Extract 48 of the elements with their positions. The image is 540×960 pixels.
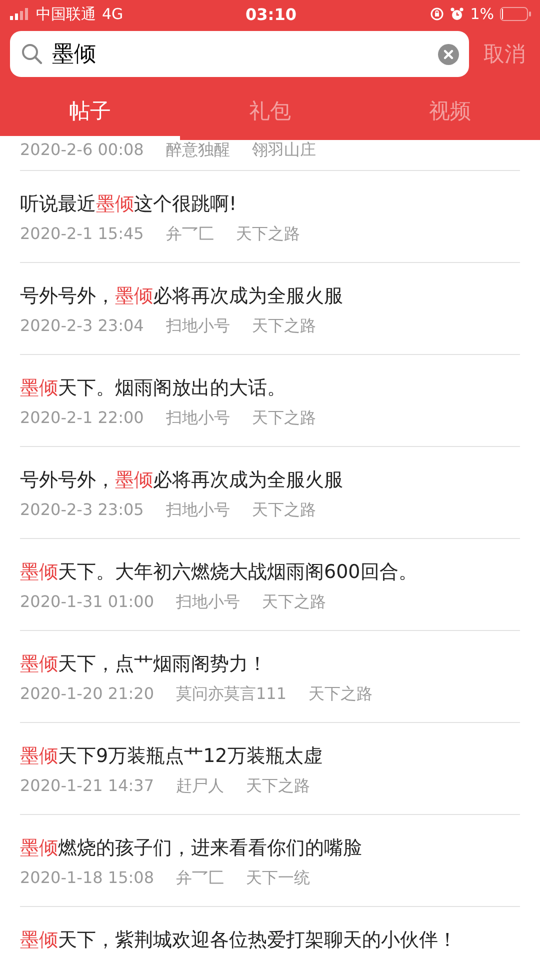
post-title[interactable]: 号外号外，墨倾必将再次成为全服火服 — [20, 282, 520, 310]
battery-icon — [500, 7, 532, 21]
signal-icon — [10, 8, 30, 20]
post-author: 扫地小号 — [166, 316, 230, 336]
post-date: 2020-2-1 22:00 — [20, 408, 144, 428]
post-server: 天下之路 — [246, 776, 310, 796]
post-author: 弁乛匚 — [166, 224, 214, 244]
post-date: 2020-1-31 01:00 — [20, 592, 154, 612]
search-icon — [21, 43, 43, 65]
carrier-name: 中国联通 — [36, 4, 96, 24]
post-date: 2020-2-3 23:04 — [20, 316, 144, 336]
post-date: 2020-2-1 15:45 — [20, 224, 144, 244]
post-server: 天下之路 — [236, 224, 300, 244]
post-title[interactable]: 号外号外，墨倾必将再次成为全服火服 — [20, 466, 520, 494]
post-server: 天下之路 — [252, 316, 316, 336]
post-date: 2020-1-20 21:20 — [20, 684, 154, 704]
post-server: 天下之路 — [308, 684, 373, 704]
post-server: 翎羽山庄 — [252, 140, 316, 160]
post-date: 2020-2-6 00:08 — [20, 140, 144, 160]
rotation-lock-icon — [430, 7, 444, 21]
post-author: 扫地小号 — [166, 408, 230, 428]
post-author: 醉意独醒 — [166, 140, 230, 160]
post-server: 天下一统 — [246, 868, 310, 888]
post-author: 扫地小号 — [176, 592, 240, 612]
post-author: 扫地小号 — [166, 500, 230, 520]
post-title[interactable]: 墨倾天下。大年初六燃烧大战烟雨阁600回合。 — [20, 558, 520, 586]
post-title[interactable]: 听说最近墨倾这个很跳啊! — [20, 190, 520, 218]
tab[interactable]: 帖子 — [0, 78, 180, 140]
clear-icon[interactable] — [438, 44, 459, 64]
post-date: 2020-1-18 15:08 — [20, 868, 154, 888]
clock-time: 03:10 — [246, 4, 296, 24]
post-author: 赶尸人 — [176, 776, 224, 796]
post-date: 2020-2-3 23:05 — [20, 500, 144, 520]
post-server: 天下之路 — [262, 592, 326, 612]
post-author: 弁乛匚 — [176, 868, 224, 888]
post-server: 天下之路 — [252, 500, 316, 520]
post-title[interactable]: 墨倾燃烧的孩子们，进来看看你们的嘴脸 — [20, 834, 520, 862]
post-server: 天下之路 — [252, 408, 316, 428]
post-author: 莫问亦莫言111 — [176, 684, 287, 704]
post-date: 2020-1-21 14:37 — [20, 776, 154, 796]
alarm-icon — [450, 7, 464, 21]
post-title[interactable]: 墨倾天下，点艹烟雨阁势力！ — [20, 650, 520, 678]
network-type: 4G — [102, 5, 124, 23]
post-title[interactable]: 墨倾天下，紫荆城欢迎各位热爱打架聊天的小伙伴！ — [20, 926, 520, 954]
post-title[interactable]: 墨倾天下。烟雨阁放出的大话。 — [20, 374, 520, 402]
search-field[interactable]: 墨倾 — [10, 31, 469, 77]
battery-percent: 1% — [470, 5, 494, 23]
post-title[interactable]: 墨倾天下9万装瓶点艹12万装瓶太虚 — [20, 742, 520, 770]
